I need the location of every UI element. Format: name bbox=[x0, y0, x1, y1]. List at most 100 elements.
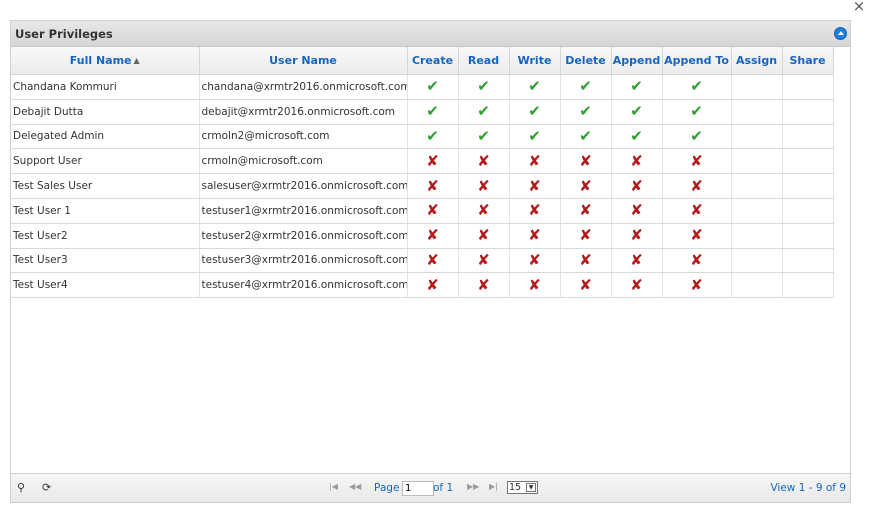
column-header-create[interactable]: Create bbox=[407, 47, 459, 75]
cross-icon: ✘ bbox=[426, 275, 439, 294]
check-icon: ✔ bbox=[426, 126, 439, 145]
column-header-user-name[interactable]: User Name bbox=[199, 47, 408, 75]
privilege-cell bbox=[782, 198, 834, 224]
column-header-append[interactable]: Append bbox=[611, 47, 663, 75]
user-name-cell: testuser2@xrmtr2016.onmicrosoft.com bbox=[199, 223, 408, 249]
privilege-cell: ✘ bbox=[458, 223, 510, 249]
cross-icon: ✘ bbox=[528, 275, 541, 294]
of-pages-label: of 1 bbox=[433, 482, 454, 494]
privilege-cell: ✘ bbox=[458, 198, 510, 224]
refresh-icon[interactable]: ⟳ bbox=[42, 481, 51, 494]
table-row[interactable]: Debajit Dutta debajit@xrmtr2016.onmicroso… bbox=[11, 99, 834, 125]
privilege-cell bbox=[782, 148, 834, 175]
cross-icon: ✘ bbox=[426, 201, 439, 220]
check-icon: ✔ bbox=[528, 126, 541, 145]
privilege-cell: ✘ bbox=[611, 148, 663, 175]
check-icon: ✔ bbox=[477, 77, 490, 96]
column-header-read[interactable]: Read bbox=[458, 47, 510, 75]
privilege-cell: ✘ bbox=[662, 198, 732, 224]
sort-icon: ▲ bbox=[133, 56, 140, 65]
privilege-cell: ✔ bbox=[611, 124, 663, 150]
full-name-cell: Support User bbox=[11, 148, 200, 175]
cross-icon: ✘ bbox=[528, 250, 541, 269]
privilege-cell: ✘ bbox=[560, 272, 612, 299]
privilege-cell: ✔ bbox=[509, 124, 561, 150]
table-row[interactable]: Test User 1 testuser1@xrmtr2016.onmicroso… bbox=[11, 198, 834, 224]
privilege-cell: ✔ bbox=[611, 99, 663, 125]
privilege-cell: ✔ bbox=[407, 124, 459, 150]
cross-icon: ✘ bbox=[477, 176, 490, 195]
table-row[interactable]: Test Sales User salesuser@xrmtr2016.onmic… bbox=[11, 173, 834, 199]
check-icon: ✔ bbox=[528, 102, 541, 121]
table-row[interactable]: Support User crmoln@microsoft.com ✘ ✘ ✘ ✘ ✘ ✘ bbox=[11, 148, 834, 175]
page-input[interactable] bbox=[402, 481, 434, 496]
user-name-cell: chandana@xrmtr2016.onmicrosoft.com bbox=[199, 74, 408, 100]
privilege-cell bbox=[782, 124, 834, 150]
check-icon: ✔ bbox=[477, 126, 490, 145]
table-row[interactable]: Test User2 testuser2@xrmtr2016.onmicrosof… bbox=[11, 223, 834, 249]
full-name-cell: Test User2 bbox=[11, 223, 200, 249]
cross-icon: ✘ bbox=[630, 151, 643, 170]
privilege-cell: ✔ bbox=[407, 99, 459, 125]
column-header-delete[interactable]: Delete bbox=[560, 47, 612, 75]
column-header-append-to[interactable]: Append To bbox=[662, 47, 732, 75]
table-row[interactable]: Delegated Admin crmoln2@microsoft.com ✔ ✔ ✔ ✔… bbox=[11, 124, 834, 150]
column-header-share[interactable]: Share bbox=[782, 47, 834, 75]
full-name-cell: Test User 1 bbox=[11, 198, 200, 224]
privilege-cell: ✘ bbox=[407, 223, 459, 249]
collapse-icon[interactable] bbox=[834, 27, 847, 40]
cross-icon: ✘ bbox=[528, 201, 541, 220]
table-row[interactable]: Test User4 testuser4@xrmtr2016.onmicrosof… bbox=[11, 272, 834, 299]
rows-per-page-select[interactable]: 15 ▼ bbox=[507, 481, 538, 494]
privilege-cell: ✘ bbox=[611, 272, 663, 299]
privilege-cell: ✘ bbox=[560, 198, 612, 224]
privilege-cell bbox=[782, 173, 834, 199]
column-header-full-name[interactable]: Full Name ▲ bbox=[11, 47, 200, 75]
privilege-cell: ✘ bbox=[509, 272, 561, 299]
privilege-cell: ✔ bbox=[458, 99, 510, 125]
privilege-cell: ✔ bbox=[662, 74, 732, 100]
privilege-cell bbox=[782, 248, 834, 274]
privilege-cell: ✘ bbox=[560, 223, 612, 249]
user-name-cell: testuser3@xrmtr2016.onmicrosoft.com bbox=[199, 248, 408, 274]
next-page-icon[interactable]: ▶▶ bbox=[467, 482, 479, 491]
check-icon: ✔ bbox=[579, 77, 592, 96]
privilege-cell bbox=[731, 248, 783, 274]
check-icon: ✔ bbox=[690, 102, 703, 121]
full-name-cell: Chandana Kommuri bbox=[11, 74, 200, 100]
full-name-cell: Test Sales User bbox=[11, 173, 200, 199]
privilege-cell: ✔ bbox=[509, 74, 561, 100]
table-row[interactable]: Test User3 testuser3@xrmtr2016.onmicrosof… bbox=[11, 248, 834, 274]
cross-icon: ✘ bbox=[579, 250, 592, 269]
prev-page-icon[interactable]: ◀◀ bbox=[349, 482, 361, 491]
privilege-cell: ✘ bbox=[662, 148, 732, 175]
cross-icon: ✘ bbox=[690, 201, 703, 220]
chevron-down-icon: ▼ bbox=[526, 483, 536, 492]
cross-icon: ✘ bbox=[579, 201, 592, 220]
cross-icon: ✘ bbox=[426, 226, 439, 245]
first-page-icon[interactable]: |◀ bbox=[329, 482, 338, 491]
pager-bar: ⚲ ⟳ |◀ ◀◀ Page of 1 ▶▶ ▶| 15 ▼ View 1 - … bbox=[11, 473, 850, 502]
privilege-cell: ✔ bbox=[560, 124, 612, 150]
last-page-icon[interactable]: ▶| bbox=[489, 482, 498, 491]
cross-icon: ✘ bbox=[630, 176, 643, 195]
close-icon[interactable]: × bbox=[851, 0, 867, 14]
check-icon: ✔ bbox=[528, 77, 541, 96]
column-header-assign[interactable]: Assign bbox=[731, 47, 783, 75]
table-row[interactable]: Chandana Kommuri chandana@xrmtr2016.onmic… bbox=[11, 74, 834, 100]
search-icon[interactable]: ⚲ bbox=[17, 481, 25, 494]
panel-header: User Privileges bbox=[11, 21, 850, 47]
privilege-cell bbox=[782, 74, 834, 100]
cross-icon: ✘ bbox=[477, 275, 490, 294]
check-icon: ✔ bbox=[579, 126, 592, 145]
full-name-cell: Delegated Admin bbox=[11, 124, 200, 150]
privilege-cell: ✘ bbox=[662, 223, 732, 249]
column-header-write[interactable]: Write bbox=[509, 47, 561, 75]
check-icon: ✔ bbox=[477, 102, 490, 121]
privilege-cell bbox=[731, 74, 783, 100]
privilege-cell: ✘ bbox=[560, 173, 612, 199]
privilege-cell: ✘ bbox=[407, 148, 459, 175]
privilege-cell: ✔ bbox=[407, 74, 459, 100]
privilege-cell: ✔ bbox=[560, 99, 612, 125]
privilege-cell bbox=[731, 198, 783, 224]
